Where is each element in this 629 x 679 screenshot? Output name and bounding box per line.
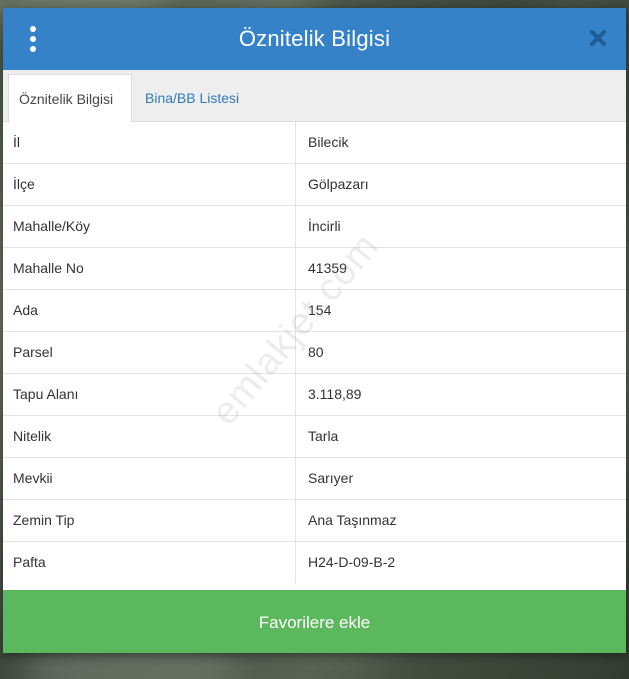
table-row: Pafta H24-D-09-B-2 [3,542,626,584]
row-value: Bilecik [308,134,349,150]
attribute-info-dialog: Öznitelik Bilgisi Öznitelik Bilgisi Bina… [3,8,626,653]
row-label: Tapu Alanı [3,374,296,415]
table-row: Ada 154 [3,290,626,332]
table-row: İl Bilecik [3,122,626,164]
table-row: Zemin Tip Ana Taşınmaz [3,500,626,542]
row-label: İlçe [3,164,296,205]
row-value: 3.118,89 [308,386,362,402]
row-value: 154 [308,302,332,318]
row-label: Mahalle/Köy [3,206,296,247]
row-value: Tarla [308,428,339,444]
table-row: Mahalle No 41359 [3,248,626,290]
tab-attribute-info[interactable]: Öznitelik Bilgisi [8,74,132,123]
row-value: Gölpazarı [308,176,369,192]
table-row: Mahalle/Köy İncirli [3,206,626,248]
row-value: H24-D-09-B-2 [308,554,396,570]
tab-bar: Öznitelik Bilgisi Bina/BB Listesi [3,70,626,123]
row-label: Pafta [3,542,296,583]
row-value: Ana Taşınmaz [308,512,397,528]
row-label: Ada [3,290,296,331]
row-label: Mevkii [3,458,296,499]
row-label: Nitelik [3,416,296,457]
row-label: Zemin Tip [3,500,296,541]
add-to-favorites-button[interactable]: Favorilere ekle [3,590,626,653]
table-row: İlçe Gölpazarı [3,164,626,206]
table-row: Nitelik Tarla [3,416,626,458]
row-value: Sarıyer [308,470,354,486]
row-value: 80 [308,344,324,360]
close-icon[interactable] [588,28,608,48]
tab-building-list[interactable]: Bina/BB Listesi [135,74,249,122]
row-label: Mahalle No [3,248,296,289]
dialog-title: Öznitelik Bilgisi [238,26,391,51]
row-label: Parsel [3,332,296,373]
row-value: 41359 [308,260,347,276]
table-row: Mevkii Sarıyer [3,458,626,500]
row-label: İl [3,122,296,163]
dialog-header: Öznitelik Bilgisi [3,8,626,70]
table-row: Parsel 80 [3,332,626,374]
row-value: İncirli [308,218,341,234]
table-row: Tapu Alanı 3.118,89 [3,374,626,416]
